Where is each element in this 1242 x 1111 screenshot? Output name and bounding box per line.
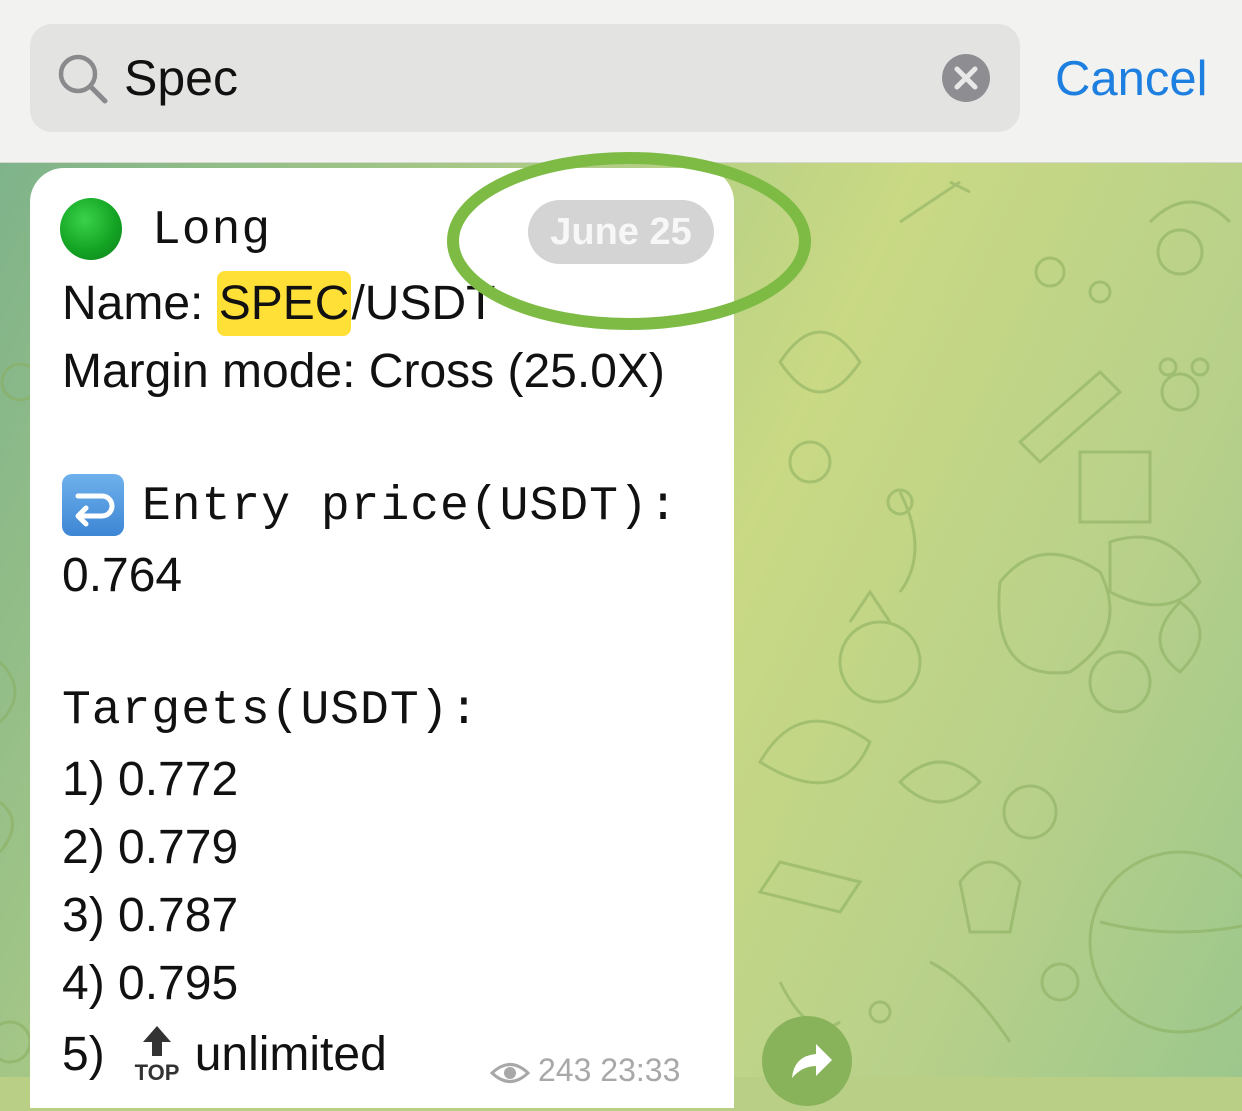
target-1: 1) 0.772 (62, 753, 239, 806)
target-2: 2) 0.779 (62, 821, 239, 874)
green-circle-icon (60, 198, 122, 260)
clear-search-button[interactable] (942, 54, 990, 102)
name-prefix: Name: (62, 277, 217, 330)
target-4: 4) 0.795 (62, 957, 239, 1010)
search-header: Spec Cancel (0, 0, 1242, 163)
margin-mode-line: Margin mode: Cross (25.0X) (62, 345, 665, 398)
top-arrow-icon: TOP (131, 1024, 183, 1085)
target-3: 3) 0.787 (62, 889, 239, 942)
target-5-value: unlimited (194, 1028, 387, 1081)
targets-label: Targets(USDT): (62, 684, 480, 738)
entry-price-label: Entry price(USDT): (142, 480, 679, 534)
message-time: 23:33 (600, 1052, 681, 1088)
search-icon (58, 54, 108, 104)
target-5: 5) TOP unlimited (62, 1024, 387, 1085)
view-count: 243 (538, 1052, 592, 1088)
direction-label: Long (152, 204, 272, 258)
search-input[interactable]: Spec (124, 48, 238, 108)
target-5-prefix: 5) (62, 1028, 105, 1081)
search-highlight: SPEC (216, 271, 352, 336)
close-icon (954, 66, 978, 90)
forward-arrow-icon (792, 1044, 832, 1078)
entry-price-value: 0.764 (62, 549, 183, 602)
name-line: Name: SPEC/USDT (62, 271, 495, 336)
right-arrow-curving-left-icon (62, 474, 124, 536)
annotation-ellipse (447, 152, 811, 330)
cancel-button[interactable]: Cancel (1055, 48, 1208, 110)
eye-icon (490, 1063, 530, 1083)
message-meta: 243 23:33 (490, 1052, 680, 1089)
search-field[interactable]: Spec (30, 24, 1020, 132)
share-button[interactable] (762, 1016, 852, 1106)
top-icon-label: TOP (134, 1060, 179, 1082)
